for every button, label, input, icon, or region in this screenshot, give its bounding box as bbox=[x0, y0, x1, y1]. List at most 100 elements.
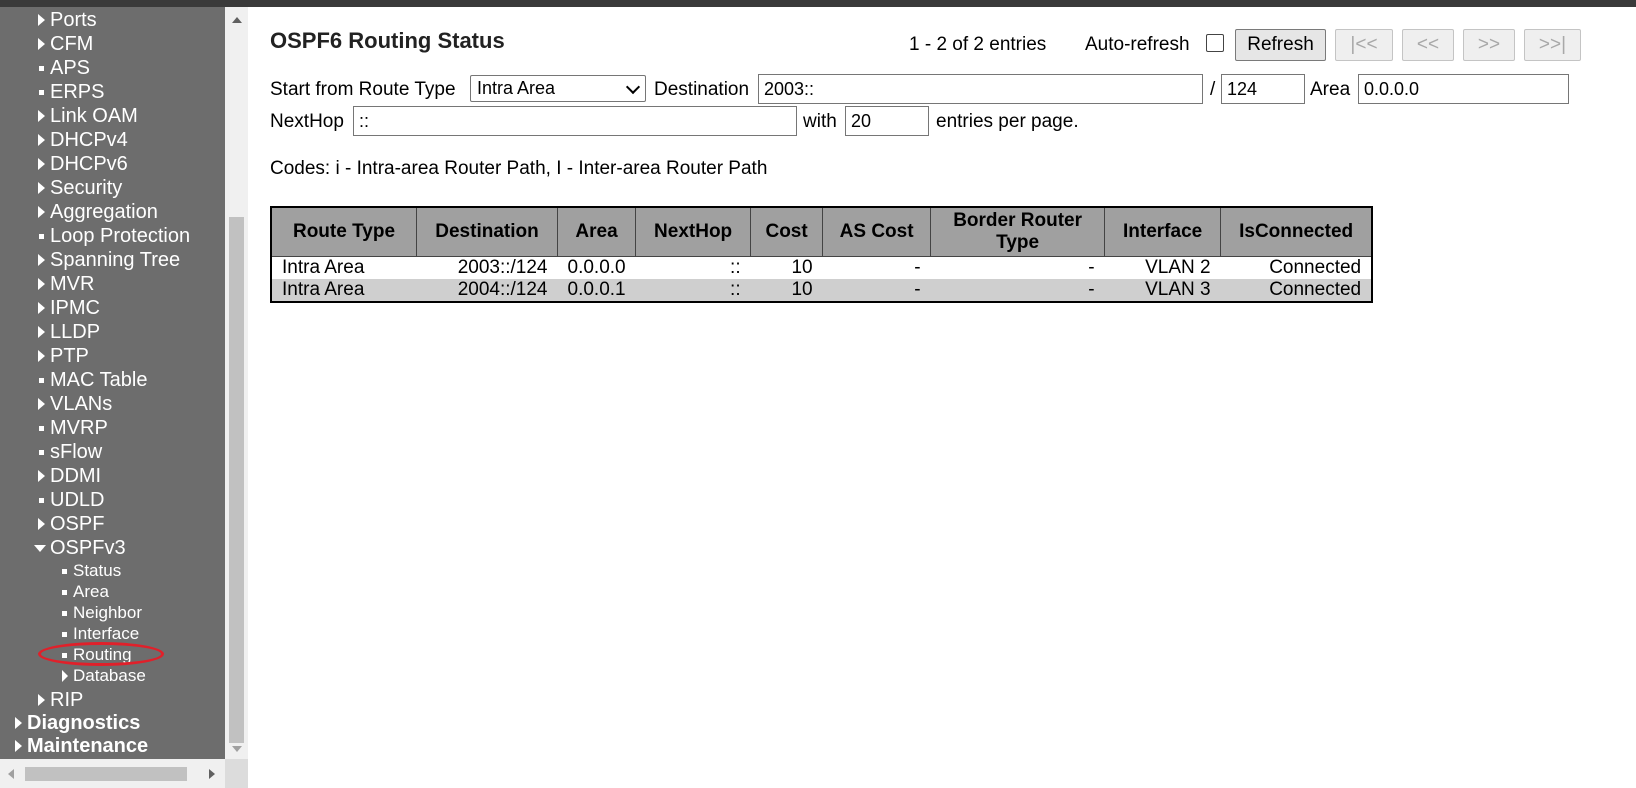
bullet-square-icon bbox=[39, 498, 44, 503]
col-cost: Cost bbox=[750, 206, 824, 257]
cell-cost: 10 bbox=[750, 256, 823, 279]
scrollbar-corner bbox=[225, 759, 248, 788]
sidebar-item-sflow[interactable]: sFlow bbox=[36, 440, 102, 464]
sidebar-item-ptp[interactable]: PTP bbox=[36, 344, 89, 368]
last-page-button[interactable]: >>| bbox=[1524, 29, 1581, 61]
sidebar-item-ipmc[interactable]: IPMC bbox=[36, 296, 100, 320]
sidebar-item-aps[interactable]: APS bbox=[36, 56, 90, 80]
sidebar-item-loop-protection[interactable]: Loop Protection bbox=[36, 224, 190, 248]
sidebar-item-security[interactable]: Security bbox=[36, 176, 122, 200]
entries-per-page-label: entries per page. bbox=[936, 111, 1079, 132]
start-route-type-label: Start from Route Type bbox=[270, 79, 456, 100]
cell-nexthop: :: bbox=[635, 256, 751, 279]
expand-arrow-icon bbox=[38, 38, 45, 50]
bullet-square-icon bbox=[39, 234, 44, 239]
refresh-button[interactable]: Refresh bbox=[1235, 29, 1326, 61]
auto-refresh-checkbox[interactable] bbox=[1206, 34, 1224, 52]
scroll-right-arrow-icon[interactable] bbox=[209, 769, 215, 779]
expand-arrow-icon bbox=[38, 182, 45, 194]
routing-highlight-annotation bbox=[38, 642, 164, 666]
table-header-row: Route Type Destination Area NextHop Cost… bbox=[270, 206, 1373, 257]
expand-arrow-icon bbox=[38, 302, 45, 314]
prev-page-button[interactable]: << bbox=[1402, 29, 1454, 61]
sidebar-item-dhcpv6[interactable]: DHCPv6 bbox=[36, 152, 128, 176]
sidebar-item-ddmi[interactable]: DDMI bbox=[36, 464, 101, 488]
col-interface: Interface bbox=[1104, 206, 1222, 257]
cell-as-cost: - bbox=[822, 256, 931, 279]
cell-destination: 2004::/124 bbox=[416, 279, 558, 302]
sidebar-item-mvr[interactable]: MVR bbox=[36, 272, 94, 296]
area-input[interactable]: 0.0.0.0 bbox=[1358, 74, 1569, 104]
sidebar-item-link-oam[interactable]: Link OAM bbox=[36, 104, 138, 128]
nexthop-input[interactable]: :: bbox=[353, 106, 797, 136]
expand-arrow-icon bbox=[15, 717, 22, 729]
col-destination: Destination bbox=[416, 206, 558, 257]
cell-nexthop: :: bbox=[635, 279, 751, 302]
cell-isconnected: Connected bbox=[1220, 256, 1373, 279]
sidebar-vertical-scrollbar[interactable] bbox=[225, 7, 248, 759]
page-title: OSPF6 Routing Status bbox=[270, 28, 505, 53]
bullet-square-icon bbox=[62, 569, 67, 574]
sidebar-item-cfm[interactable]: CFM bbox=[36, 32, 93, 56]
bullet-square-icon bbox=[39, 378, 44, 383]
expand-arrow-icon bbox=[38, 14, 45, 26]
cell-isconnected: Connected bbox=[1220, 279, 1373, 302]
expand-arrow-icon bbox=[38, 398, 45, 410]
sidebar-item-spanning-tree[interactable]: Spanning Tree bbox=[36, 248, 180, 272]
sidebar-section-diagnostics[interactable]: Diagnostics bbox=[13, 711, 140, 735]
col-area: Area bbox=[556, 206, 637, 257]
sidebar-item-ospf[interactable]: OSPF bbox=[36, 512, 104, 536]
cell-as-cost: - bbox=[822, 279, 931, 302]
next-page-button[interactable]: >> bbox=[1463, 29, 1515, 61]
cell-area: 0.0.0.1 bbox=[557, 279, 636, 302]
first-page-button[interactable]: |<< bbox=[1335, 29, 1393, 61]
expand-arrow-icon bbox=[38, 694, 45, 706]
sidebar-item-mvrp[interactable]: MVRP bbox=[36, 416, 108, 440]
destination-label: Destination bbox=[654, 79, 750, 100]
sidebar-item-vlans[interactable]: VLANs bbox=[36, 392, 112, 416]
sidebar-item-udld[interactable]: UDLD bbox=[36, 488, 104, 512]
bullet-square-icon bbox=[39, 426, 44, 431]
col-nexthop: NextHop bbox=[635, 206, 752, 257]
sidebar-item-mac-table[interactable]: MAC Table bbox=[36, 368, 147, 392]
destination-input[interactable]: 2003:: bbox=[758, 74, 1203, 104]
scroll-left-arrow-icon[interactable] bbox=[8, 769, 14, 779]
bullet-square-icon bbox=[39, 90, 44, 95]
cell-route-type: Intra Area bbox=[271, 279, 417, 302]
sidebar-item-dhcpv4[interactable]: DHCPv4 bbox=[36, 128, 128, 152]
scrollbar-thumb[interactable] bbox=[25, 767, 187, 781]
col-border-router-type: Border Router Type bbox=[930, 206, 1106, 257]
sidebar-item-rip[interactable]: RIP bbox=[36, 688, 83, 712]
sidebar-item-ospfv3-status[interactable]: Status bbox=[60, 560, 121, 581]
scrollbar-thumb[interactable] bbox=[229, 217, 244, 743]
sidebar-item-ports[interactable]: Ports bbox=[36, 8, 97, 32]
sidebar-item-lldp[interactable]: LLDP bbox=[36, 320, 100, 344]
sidebar-item-erps[interactable]: ERPS bbox=[36, 80, 104, 104]
cell-interface: VLAN 2 bbox=[1104, 256, 1221, 279]
sidebar-item-ospfv3-interface[interactable]: Interface bbox=[60, 623, 139, 644]
expand-arrow-icon bbox=[38, 278, 45, 290]
col-isconnected: IsConnected bbox=[1220, 206, 1373, 257]
sidebar-item-ospfv3-database[interactable]: Database bbox=[60, 665, 146, 686]
prefix-length-input[interactable]: 124 bbox=[1221, 74, 1305, 104]
expand-arrow-icon bbox=[15, 740, 22, 752]
expand-arrow-icon bbox=[38, 350, 45, 362]
route-type-select[interactable]: Intra Area bbox=[470, 75, 646, 102]
entries-per-page-input[interactable]: 20 bbox=[845, 106, 929, 136]
sidebar-section-maintenance[interactable]: Maintenance bbox=[13, 734, 148, 758]
expand-arrow-icon bbox=[38, 254, 45, 266]
sidebar-item-ospfv3-area[interactable]: Area bbox=[60, 581, 109, 602]
table-row: Intra Area 2003::/124 0.0.0.0 :: 10 - - … bbox=[271, 256, 1373, 279]
scroll-up-arrow-icon[interactable] bbox=[232, 17, 242, 23]
bullet-square-icon bbox=[39, 450, 44, 455]
cell-border-router-type: - bbox=[930, 256, 1105, 279]
bullet-square-icon bbox=[62, 611, 67, 616]
scroll-down-arrow-icon[interactable] bbox=[232, 746, 242, 752]
collapse-arrow-icon bbox=[34, 545, 46, 552]
sidebar-horizontal-scrollbar[interactable] bbox=[0, 759, 225, 788]
bullet-square-icon bbox=[62, 632, 67, 637]
sidebar-item-aggregation[interactable]: Aggregation bbox=[36, 200, 158, 224]
prefix-separator: / bbox=[1210, 79, 1216, 100]
sidebar-item-ospfv3[interactable]: OSPFv3 bbox=[34, 536, 126, 560]
sidebar-item-ospfv3-neighbor[interactable]: Neighbor bbox=[60, 602, 142, 623]
